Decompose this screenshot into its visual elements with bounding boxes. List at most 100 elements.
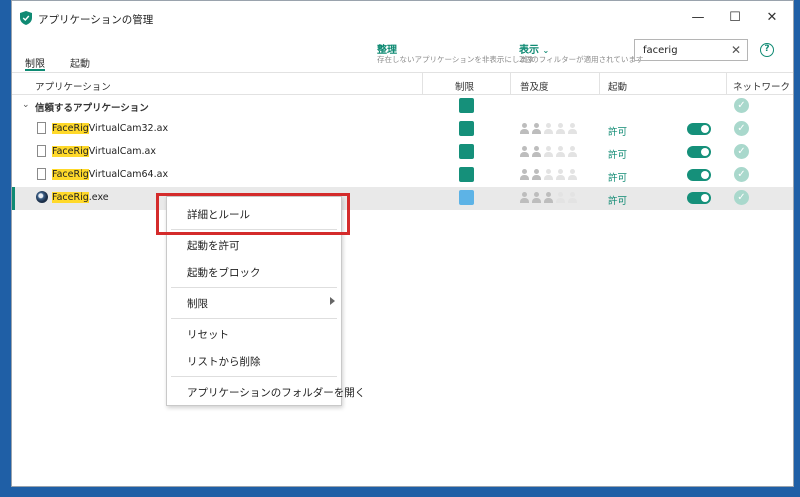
table-row[interactable]: FaceRigVirtualCam64.ax 許可 ✓	[12, 164, 793, 187]
app-name: FaceRigVirtualCam32.ax	[52, 123, 168, 134]
person-icon	[568, 146, 577, 157]
launch-status[interactable]: 許可	[608, 170, 627, 184]
network-check-icon[interactable]: ✓	[734, 98, 749, 113]
launch-toggle[interactable]	[687, 146, 711, 158]
restriction-icon[interactable]	[459, 190, 474, 205]
help-icon[interactable]: ?	[760, 43, 774, 57]
menu-divider	[171, 318, 337, 319]
launch-status[interactable]: 許可	[608, 147, 627, 161]
popularity-indicator	[520, 123, 580, 137]
person-icon	[532, 146, 541, 157]
tab-startup[interactable]: 起動	[70, 55, 90, 70]
person-icon	[520, 169, 529, 180]
search-highlight: FaceRig	[52, 123, 89, 134]
column-divider	[726, 72, 727, 95]
person-icon	[532, 192, 541, 203]
app-name-rest: VirtualCam64.ax	[88, 169, 169, 180]
tab-restriction[interactable]: 制限	[25, 55, 45, 70]
title-bar: アプリケーションの管理 — ☐ ✕	[12, 1, 793, 35]
menu-item-remove-from-list[interactable]: リストから削除	[167, 348, 341, 372]
restriction-icon[interactable]	[459, 121, 474, 136]
clear-search-icon[interactable]: ✕	[731, 43, 741, 57]
menu-divider	[171, 287, 337, 288]
person-icon	[544, 169, 553, 180]
column-header-application[interactable]: アプリケーション	[35, 79, 111, 93]
search-input[interactable]: facerig ✕	[634, 39, 748, 61]
launch-status[interactable]: 許可	[608, 193, 627, 207]
launch-toggle[interactable]	[687, 169, 711, 181]
person-icon	[568, 169, 577, 180]
app-name: FaceRigVirtualCam64.ax	[52, 169, 168, 180]
facerig-app-icon	[36, 191, 48, 203]
group-label: 信頼するアプリケーション	[35, 103, 149, 114]
menu-item-label: リセット	[187, 329, 229, 341]
file-icon	[37, 145, 46, 157]
search-value: facerig	[643, 45, 678, 56]
column-header-restriction[interactable]: 制限	[455, 79, 474, 93]
close-icon[interactable]: ✕	[757, 5, 787, 31]
network-check-icon[interactable]: ✓	[734, 167, 749, 182]
organize-description: 存在しないアプリケーションを非表示にします	[377, 55, 535, 64]
menu-item-label: 起動をブロック	[187, 267, 261, 279]
person-icon	[532, 169, 541, 180]
menu-item-open-folder[interactable]: アプリケーションのフォルダーを開く	[167, 379, 365, 403]
menu-item-allow-launch[interactable]: 起動を許可	[167, 232, 341, 256]
launch-toggle[interactable]	[687, 123, 711, 135]
popularity-indicator	[520, 146, 580, 160]
table-row[interactable]: FaceRigVirtualCam.ax 許可 ✓	[12, 141, 793, 164]
submenu-arrow-icon	[330, 297, 335, 305]
active-tab-indicator	[25, 69, 45, 71]
app-name-rest: VirtualCam32.ax	[88, 123, 169, 134]
person-icon	[520, 146, 529, 157]
popularity-indicator	[520, 169, 580, 183]
network-check-icon[interactable]: ✓	[734, 190, 749, 205]
column-header-popularity[interactable]: 普及度	[520, 79, 549, 93]
restriction-icon[interactable]	[459, 144, 474, 159]
highlight-annotation-box	[156, 193, 350, 235]
menu-item-restriction[interactable]: 制限	[167, 290, 341, 314]
person-icon	[568, 192, 577, 203]
group-restriction-icon[interactable]	[459, 98, 474, 113]
launch-status[interactable]: 許可	[608, 124, 627, 138]
person-icon	[544, 146, 553, 157]
chevron-down-icon[interactable]: ⌄	[22, 100, 30, 110]
person-icon	[544, 123, 553, 134]
search-highlight: FaceRig	[52, 146, 89, 157]
menu-divider	[171, 376, 337, 377]
window-title: アプリケーションの管理	[38, 14, 154, 26]
network-check-icon[interactable]: ✓	[734, 121, 749, 136]
menu-item-label: 起動を許可	[187, 240, 240, 252]
search-highlight: FaceRig	[52, 192, 89, 203]
selection-indicator	[12, 187, 15, 210]
column-divider	[422, 72, 423, 95]
person-icon	[556, 169, 565, 180]
app-name-rest: VirtualCam.ax	[88, 146, 156, 157]
group-row-trusted[interactable]: ⌄ 信頼するアプリケーション ✓	[12, 95, 793, 117]
launch-toggle[interactable]	[687, 192, 711, 204]
person-icon	[532, 123, 541, 134]
column-divider	[599, 72, 600, 95]
table-header: アプリケーション 制限 普及度 起動 ネットワーク	[12, 72, 793, 95]
person-icon	[520, 192, 529, 203]
menu-item-block-launch[interactable]: 起動をブロック	[167, 259, 341, 283]
table-row-selected[interactable]: FaceRig.exe 許可 ✓	[12, 187, 793, 210]
minimize-icon[interactable]: —	[683, 5, 713, 31]
kaspersky-shield-icon	[20, 11, 32, 25]
maximize-icon[interactable]: ☐	[720, 5, 750, 31]
file-icon	[37, 122, 46, 134]
restriction-icon[interactable]	[459, 167, 474, 182]
menu-item-label: リストから削除	[187, 356, 261, 368]
file-icon	[37, 168, 46, 180]
app-name-rest: .exe	[88, 192, 109, 203]
table-row[interactable]: FaceRigVirtualCam32.ax 許可 ✓	[12, 118, 793, 141]
column-header-launch[interactable]: 起動	[608, 79, 627, 93]
person-icon	[556, 192, 565, 203]
person-icon	[568, 123, 577, 134]
network-check-icon[interactable]: ✓	[734, 144, 749, 159]
menu-item-reset[interactable]: リセット	[167, 321, 341, 345]
person-icon	[544, 192, 553, 203]
column-header-network[interactable]: ネットワーク	[733, 79, 790, 93]
menu-item-label: 制限	[187, 298, 208, 310]
menu-item-label: アプリケーションのフォルダーを開く	[187, 387, 366, 399]
search-highlight: FaceRig	[52, 169, 89, 180]
